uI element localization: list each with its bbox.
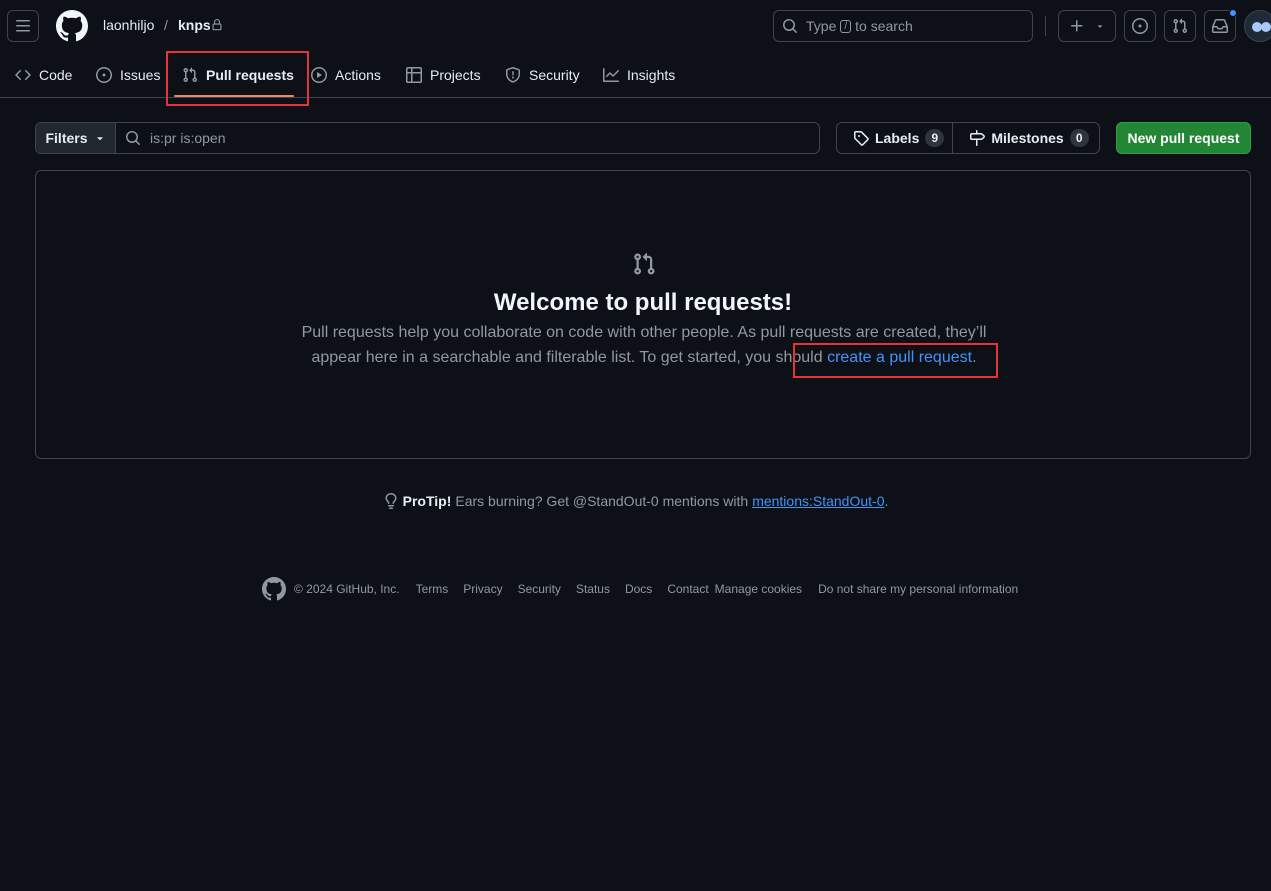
code-icon	[15, 69, 31, 80]
footer-link-do-not-share[interactable]: Do not share my personal information	[818, 582, 1018, 596]
tab-actions[interactable]: Actions	[311, 52, 381, 97]
new-pull-request-button[interactable]: New pull request	[1116, 122, 1251, 154]
tab-code[interactable]: Code	[15, 52, 72, 97]
footer-link-docs[interactable]: Docs	[625, 582, 652, 596]
labels-milestones-group: Labels 9 Milestones 0	[836, 122, 1100, 154]
triangle-down-icon	[1097, 25, 1103, 28]
search-prefix: Type	[806, 18, 837, 34]
footer-copyright: © 2024 GitHub, Inc.	[294, 582, 400, 596]
milestone-icon	[970, 130, 986, 146]
play-icon	[311, 66, 327, 83]
footer-link-privacy[interactable]: Privacy	[463, 582, 502, 596]
search-icon	[126, 131, 141, 146]
app-header: laonhiljo / knps Type / to search	[0, 0, 1271, 52]
footer-link-contact[interactable]: Contact	[667, 582, 708, 596]
milestones-count: 0	[1069, 129, 1089, 147]
git-pull-request-icon	[1173, 18, 1188, 34]
filters-label: Filters	[45, 130, 88, 146]
git-pull-request-icon	[632, 252, 656, 276]
light-bulb-icon	[385, 493, 397, 509]
graph-icon	[603, 67, 619, 82]
global-search-input[interactable]: Type / to search	[773, 10, 1033, 42]
menu-button[interactable]	[7, 10, 39, 42]
search-shortcut-key: /	[840, 19, 852, 33]
tab-projects-label: Projects	[430, 66, 481, 83]
milestones-label: Milestones	[991, 130, 1064, 146]
breadcrumb-repo[interactable]: knps	[178, 17, 211, 33]
issue-search-input[interactable]: is:pr is:open	[116, 123, 819, 153]
blankslate-title: Welcome to pull requests!	[493, 289, 793, 316]
breadcrumb-separator: /	[164, 17, 168, 33]
footer-link-status[interactable]: Status	[576, 582, 610, 596]
highlight-box-link	[793, 343, 998, 378]
tab-issues-label: Issues	[120, 66, 161, 83]
tab-security-label: Security	[529, 66, 580, 83]
protip-mentions-link[interactable]: mentions:StandOut-0	[752, 493, 884, 509]
highlight-box-tab	[166, 51, 309, 106]
github-logo-icon[interactable]	[56, 10, 88, 42]
search-suffix: to search	[855, 18, 913, 34]
issues-button[interactable]	[1124, 10, 1156, 42]
footer-link-security[interactable]: Security	[518, 582, 561, 596]
triangle-down-icon	[96, 137, 103, 141]
tab-code-label: Code	[39, 66, 73, 83]
table-icon	[406, 66, 422, 83]
plus-icon	[1071, 20, 1083, 32]
labels-button[interactable]: Labels 9	[837, 123, 952, 153]
issue-opened-icon	[1132, 18, 1148, 34]
shield-icon	[506, 66, 520, 83]
footer-link-terms[interactable]: Terms	[416, 582, 449, 596]
github-mark-icon[interactable]	[262, 577, 286, 601]
issue-opened-icon	[96, 66, 112, 83]
search-query: is:pr is:open	[150, 130, 226, 146]
breadcrumb-owner[interactable]: laonhiljo	[103, 17, 154, 33]
avatar[interactable]	[1244, 10, 1271, 42]
filters-button[interactable]: Filters	[36, 123, 116, 153]
create-new-button[interactable]	[1058, 10, 1116, 42]
protip-text: Ears burning? Get @StandOut-0 mentions w…	[455, 493, 749, 509]
tab-actions-label: Actions	[335, 66, 381, 83]
protip-label: ProTip!	[402, 493, 452, 509]
labels-label: Labels	[875, 130, 920, 146]
lock-icon	[211, 19, 223, 31]
footer-link-manage-cookies[interactable]: Manage cookies	[715, 582, 802, 596]
hamburger-icon	[16, 20, 30, 32]
notification-dot	[1229, 9, 1237, 17]
tab-projects[interactable]: Projects	[406, 52, 481, 97]
inbox-icon	[1212, 19, 1228, 33]
filter-bar: Filters is:pr is:open	[35, 122, 820, 154]
tab-issues[interactable]: Issues	[96, 52, 160, 97]
blankslate: Welcome to pull requests! Pull requests …	[35, 170, 1251, 459]
tab-insights[interactable]: Insights	[603, 52, 675, 97]
protip-end: .	[884, 493, 889, 509]
site-footer: © 2024 GitHub, Inc. Terms Privacy Securi…	[262, 577, 1018, 601]
labels-count: 9	[925, 129, 945, 147]
protip: ProTip! Ears burning? Get @StandOut-0 me…	[0, 493, 1271, 509]
header-divider	[1045, 16, 1046, 36]
search-icon	[783, 19, 798, 34]
pull-requests-button[interactable]	[1164, 10, 1196, 42]
tab-insights-label: Insights	[627, 66, 676, 83]
milestones-button[interactable]: Milestones 0	[952, 123, 1096, 153]
tab-security[interactable]: Security	[505, 52, 580, 97]
tag-icon	[854, 131, 869, 146]
